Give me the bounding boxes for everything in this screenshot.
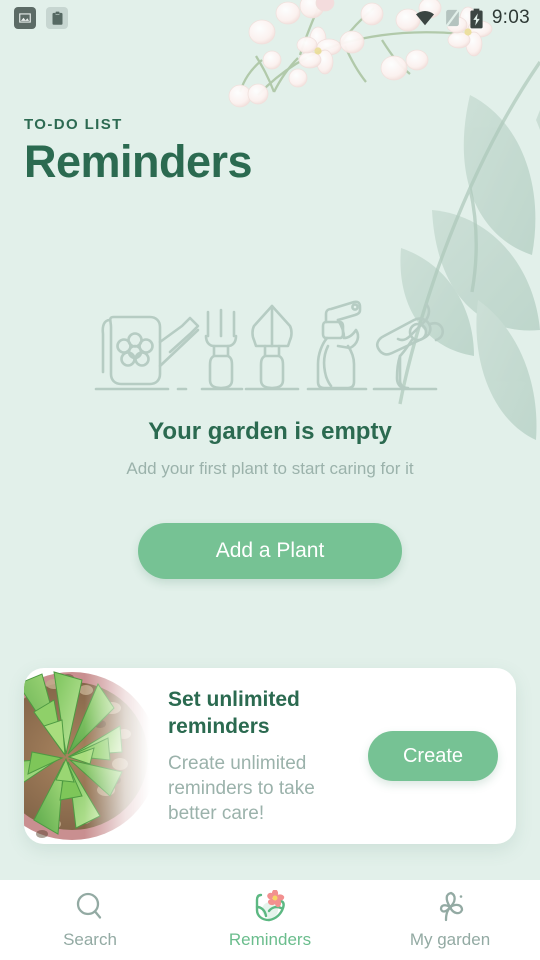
status-bar-time: 9:03 xyxy=(491,7,530,28)
status-bar-notifications xyxy=(14,7,68,29)
create-button[interactable]: Create xyxy=(368,731,498,781)
trowel-icon xyxy=(244,304,300,391)
no-sim-icon xyxy=(445,9,460,27)
sprout-icon xyxy=(439,891,464,922)
nav-item-search[interactable]: Search xyxy=(0,880,180,960)
empty-state-title: Your garden is empty xyxy=(148,418,392,445)
promo-title: Set unlimited reminders xyxy=(168,687,300,739)
nav-item-reminders[interactable]: Reminders xyxy=(180,880,360,960)
spray-bottle-icon xyxy=(306,300,368,391)
promo-description: Create unlimited reminders to take bette… xyxy=(168,753,315,825)
promo-text-block: Set unlimited reminders Create unlimited… xyxy=(150,686,368,827)
image-icon xyxy=(14,7,36,29)
succulent-plant-photo xyxy=(24,668,150,844)
battery-charging-icon xyxy=(470,8,483,28)
garden-fork-icon xyxy=(200,308,244,391)
watering-can-icon xyxy=(94,315,200,391)
status-bar-indicators: 9:03 xyxy=(414,7,530,29)
nav-label-my-garden: My garden xyxy=(409,930,491,949)
image-fade-overlay xyxy=(24,668,150,844)
garden-tools-illustration xyxy=(94,300,445,391)
hands-flower-icon xyxy=(255,890,285,922)
empty-state-subtitle: Add your first plant to start caring for… xyxy=(126,459,414,478)
wifi-icon xyxy=(415,11,434,26)
add-plant-button[interactable]: Add a Plant xyxy=(138,523,402,579)
page-title: Reminders xyxy=(24,136,253,187)
pruning-shears-icon xyxy=(372,302,445,391)
search-icon xyxy=(76,892,102,919)
promo-card[interactable]: Set unlimited reminders Create unlimited… xyxy=(24,668,516,844)
bottom-navigation: Search Reminders My garden xyxy=(0,880,540,960)
nav-label-reminders: Reminders xyxy=(228,930,312,949)
breadcrumb-eyebrow: TO-DO LIST xyxy=(24,116,123,133)
nav-label-search: Search xyxy=(63,930,117,949)
empty-state: Your garden is empty Add your first plan… xyxy=(0,296,540,579)
status-bar: 9:03 xyxy=(0,0,540,36)
nav-item-my-garden[interactable]: My garden xyxy=(360,880,540,960)
clipboard-icon xyxy=(46,7,68,29)
page-header: TO-DO LIST Reminders xyxy=(24,116,253,187)
